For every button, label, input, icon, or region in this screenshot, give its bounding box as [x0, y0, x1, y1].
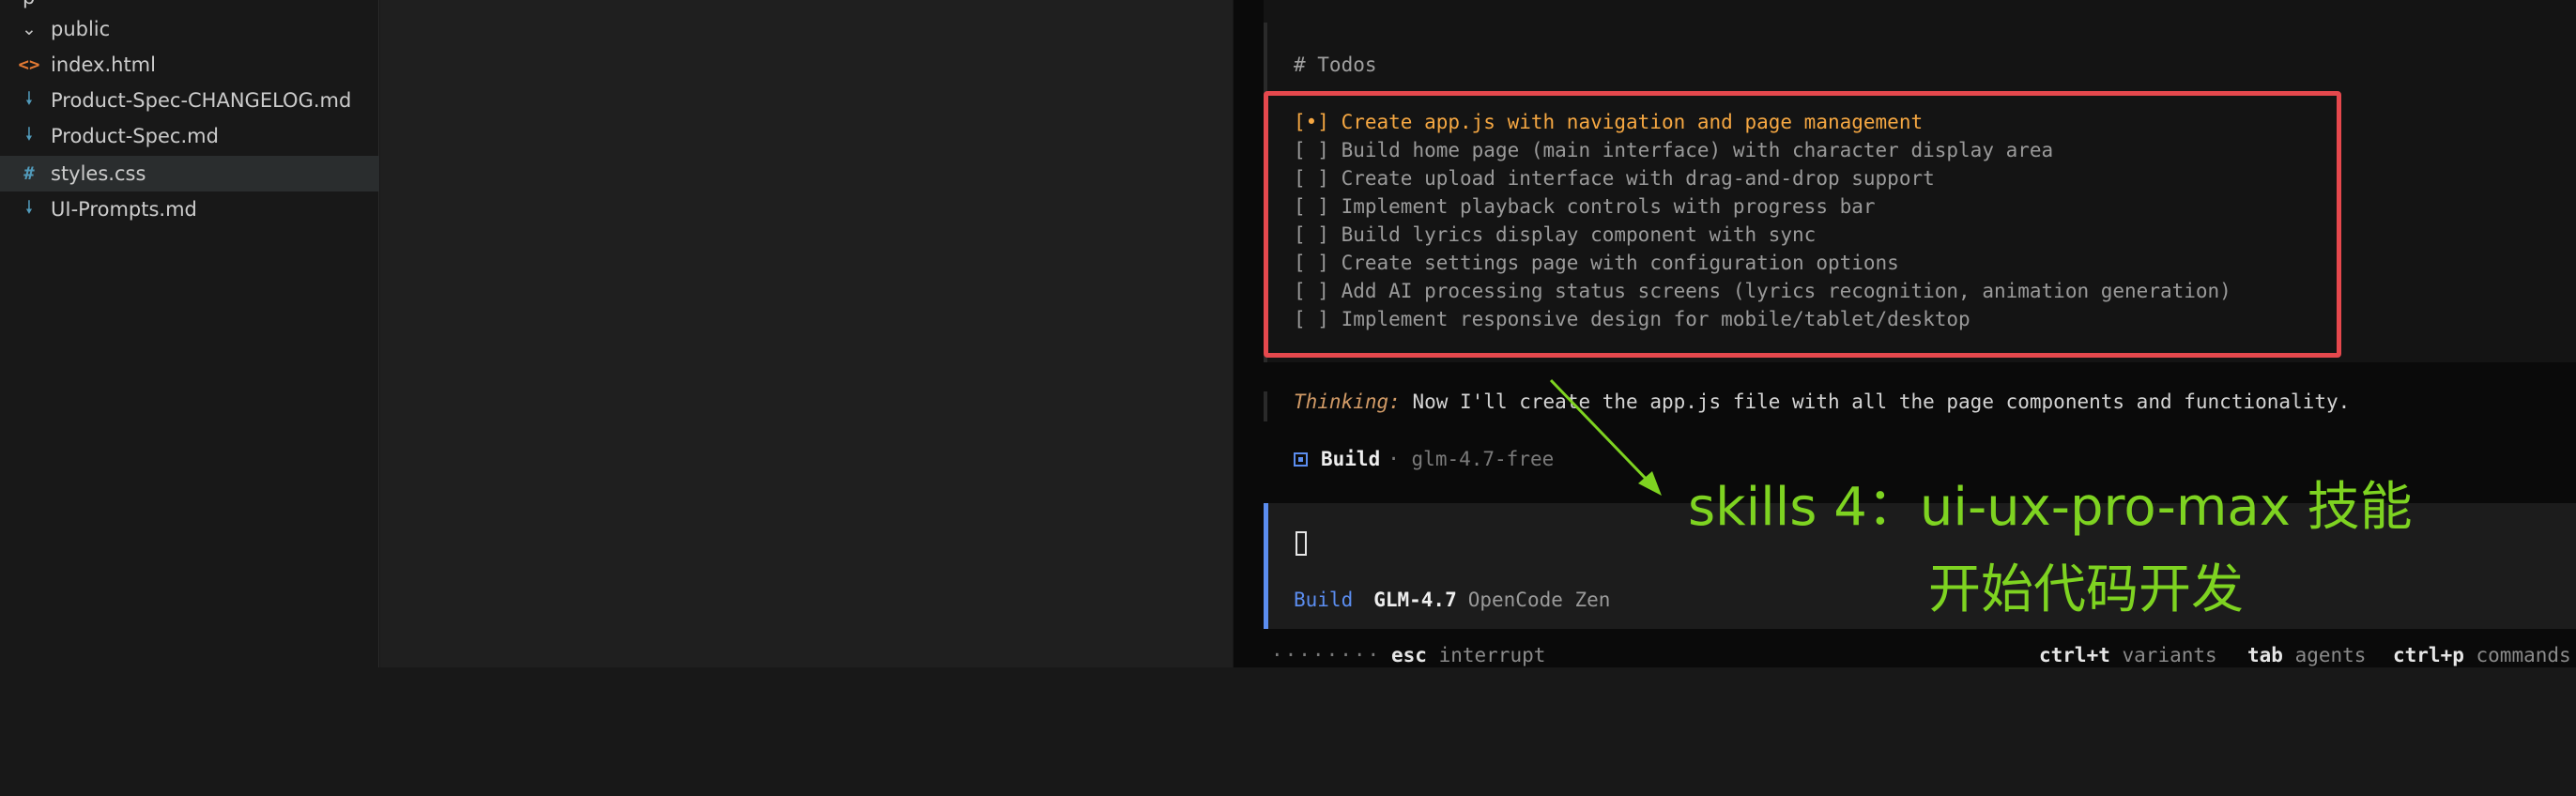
- file-label: UI-Prompts.md: [51, 198, 197, 221]
- status-bar: ········ esc interrupt ctrl+t variants t…: [1234, 638, 2576, 667]
- editor-area[interactable]: [380, 0, 1233, 667]
- provider-label: OpenCode Zen: [1467, 589, 1611, 611]
- explorer-file-styles-css[interactable]: # styles.css: [0, 156, 379, 191]
- agent-selector[interactable]: Build: [1294, 589, 1353, 611]
- variants-hint[interactable]: ctrl+t variants: [2039, 644, 2217, 666]
- markdown-file-icon: 🠗: [24, 88, 34, 109]
- build-model-name: glm-4.7-free: [1411, 448, 1555, 470]
- markdown-file-icon: 🠗: [24, 197, 34, 218]
- explorer-folder-public[interactable]: ⌄ public: [0, 11, 379, 47]
- build-model: · glm-4.7-free: [1388, 448, 1554, 470]
- file-label: index.html: [51, 54, 156, 76]
- markdown-file-icon: 🠗: [24, 124, 34, 145]
- html-file-icon: <>: [18, 54, 40, 75]
- spinner-dots: ········: [1271, 644, 1382, 666]
- commands-hint[interactable]: ctrl+p commands: [2393, 644, 2571, 666]
- interrupt-hint[interactable]: esc interrupt: [1391, 644, 1545, 666]
- explorer-file-ui-prompts[interactable]: 🠗 UI-Prompts.md: [0, 191, 379, 227]
- file-label: styles.css: [51, 162, 146, 185]
- agents-hint[interactable]: tab agents: [2247, 644, 2366, 666]
- css-file-icon: #: [23, 163, 35, 184]
- explorer-file-product-spec[interactable]: 🠗 Product-Spec.md: [0, 118, 379, 154]
- folder-label: public: [51, 18, 111, 40]
- build-separator: ·: [1388, 448, 1400, 470]
- annotation-line-1: skills 4：ui-ux-pro-max 技能: [1688, 477, 2413, 538]
- terminal-top-strip: [1264, 0, 2576, 23]
- key-label: tab: [2247, 644, 2283, 666]
- todos-header: # Todos: [1294, 54, 1377, 76]
- file-label: Product-Spec-CHANGELOG.md: [51, 89, 352, 112]
- key-label: ctrl+t: [2039, 644, 2110, 666]
- build-label: Build: [1321, 448, 1381, 470]
- text-cursor: [1296, 531, 1307, 556]
- build-status-line: Build · glm-4.7-free: [1294, 448, 1554, 470]
- thinking-label: Thinking:: [1294, 390, 1401, 413]
- thinking-line: Thinking: Now I'll create the app.js fil…: [1294, 390, 2350, 413]
- key-desc: variants: [2122, 644, 2217, 666]
- explorer-file-product-spec-changelog[interactable]: 🠗 Product-Spec-CHANGELOG.md: [0, 83, 379, 118]
- key-label: ctrl+p: [2393, 644, 2464, 666]
- model-selector[interactable]: GLM-4.7: [1373, 589, 1457, 611]
- chevron-down-icon: ⌄: [22, 19, 37, 39]
- key-desc: commands: [2476, 644, 2571, 666]
- key-desc: agents: [2294, 644, 2367, 666]
- key-desc: interrupt: [1438, 644, 1546, 666]
- thinking-text: Now I'll create the app.js file with all…: [1412, 390, 2351, 413]
- file-explorer: p ⌄ public <> index.html 🠗 Product-Spec-…: [0, 0, 379, 667]
- key-label: esc: [1391, 644, 1427, 666]
- annotation-line-2: 开始代码开发: [1928, 559, 2244, 620]
- build-square-icon: [1294, 452, 1308, 467]
- prompt-info-row: Build GLM-4.7 OpenCode Zen: [1294, 589, 1610, 611]
- partial-label: p: [23, 0, 35, 8]
- explorer-file-index-html[interactable]: <> index.html: [0, 47, 379, 83]
- file-label: Product-Spec.md: [51, 125, 219, 147]
- todo-highlight-box: [1264, 91, 2341, 358]
